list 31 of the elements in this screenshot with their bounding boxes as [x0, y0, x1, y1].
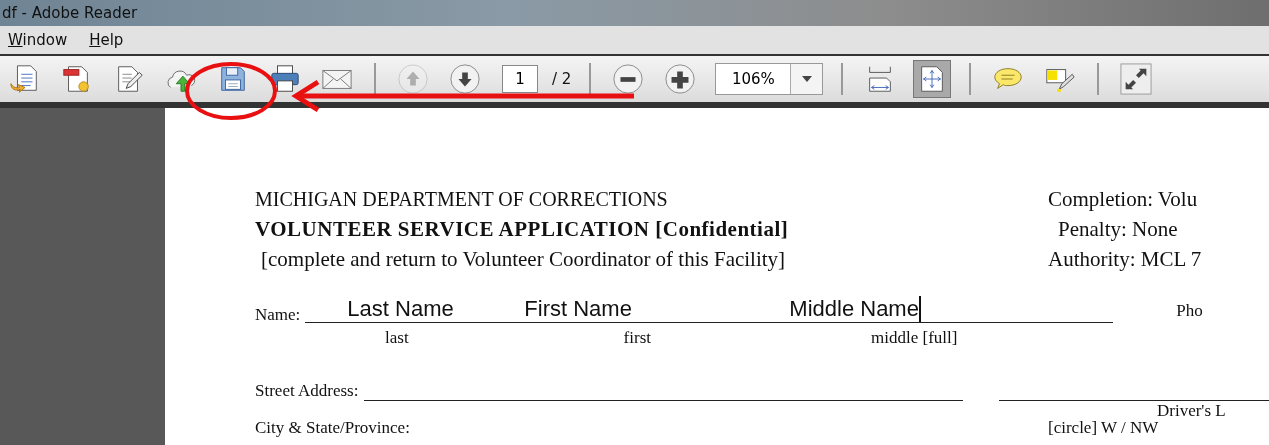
field-label: Street Address: [255, 381, 359, 401]
form-info-text: Penalty: None [1057, 216, 1179, 243]
menu-item[interactable]: Help [89, 31, 124, 49]
expand-arrows-icon [1120, 63, 1153, 95]
caret-icon [801, 76, 812, 82]
field-caption: last [385, 328, 409, 348]
field-label: Driver's L [1157, 401, 1226, 421]
minus-icon [612, 63, 645, 95]
form-info-text: Completion: Volu [1048, 186, 1199, 213]
field-caption: middle [full] [871, 328, 958, 348]
form-heading: VOLUNTEER SERVICE APPLICATION [Confidential] [255, 216, 790, 243]
fit-page-button[interactable] [913, 60, 952, 98]
field-caption: first [623, 328, 651, 348]
field-label: City & State/Province: [255, 418, 411, 438]
menu-item[interactable]: Window [8, 31, 68, 49]
field-value: First Name [524, 296, 633, 322]
form-heading: [complete and return to Volunteer Coordinator of this Facility] [260, 246, 787, 273]
plus-icon [664, 63, 697, 95]
zoom-dropdown[interactable]: 106% [715, 63, 824, 95]
printer-icon [269, 63, 301, 95]
form-heading: MICHIGAN DEPARTMENT OF CORRECTIONS [255, 187, 669, 212]
form-info-text: Authority: MCL 7 [1048, 246, 1202, 273]
field-value: Last Name [347, 296, 455, 322]
page-count: / 2 [552, 70, 572, 88]
page-number-field[interactable]: 1 [502, 65, 538, 93]
name-input-line[interactable]: Last Name First Name Middle Name [305, 298, 1114, 323]
field-label: Pho [1176, 301, 1203, 321]
field-label: [circle] W / NW [1048, 418, 1159, 438]
window-title: df - Adobe Reader [1, 4, 138, 22]
field-value: Middle Name [789, 296, 921, 322]
field-label: Name: [255, 305, 301, 325]
